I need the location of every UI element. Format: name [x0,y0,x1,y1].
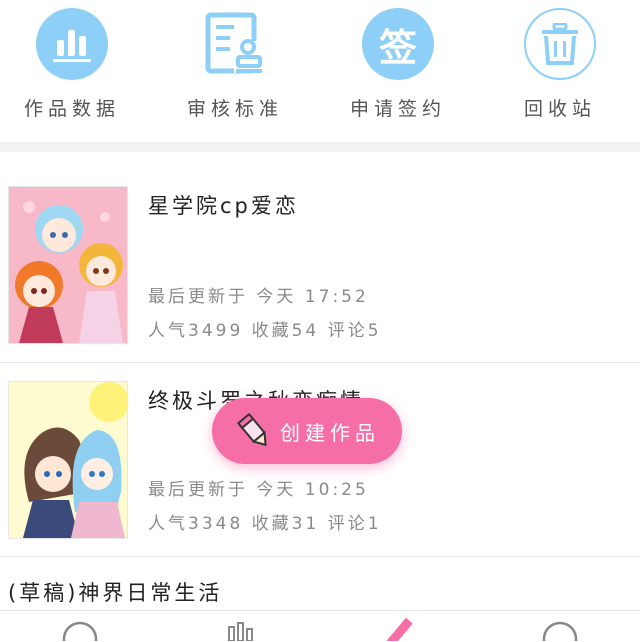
tab-home[interactable] [0,611,160,642]
action-apply-contract[interactable]: 签 申请签约 [333,8,463,121]
create-work-label: 创建作品 [280,420,380,445]
work-stats: 人气3348 收藏31 评论1 [148,514,382,534]
sign-contract-icon: 签 [362,8,434,80]
work-title: (草稿)神界日常生活 [8,581,223,605]
trash-icon [524,8,596,80]
bottom-tab-bar [0,610,640,642]
document-review-icon [199,8,271,80]
tab-create[interactable] [320,611,480,642]
action-label: 审核标准 [186,98,283,120]
work-cover-image[interactable] [8,186,128,344]
work-item[interactable]: (草稿)神界日常生活 [0,557,640,610]
pencil-icon [236,412,267,447]
work-title: 星学院cp爱恋 [148,194,299,218]
action-label: 回收站 [523,98,596,120]
home-icon [62,621,98,641]
work-stats: 人气3499 收藏54 评论5 [148,321,382,341]
work-cover-image[interactable] [8,381,128,539]
action-label: 作品数据 [23,98,120,120]
stats-icon [228,622,253,641]
quick-actions: 作品数据 审核标准 签 申请签约 回收站 [0,0,640,142]
work-updated: 最后更新于 今天 17:52 [148,287,369,307]
profile-icon [542,621,578,641]
action-recycle-bin[interactable]: 回收站 [495,8,625,121]
create-work-button[interactable]: 创建作品 [212,398,402,464]
work-updated: 最后更新于 今天 10:25 [148,480,369,500]
action-review-standard[interactable]: 审核标准 [170,8,300,121]
tab-stats[interactable] [160,611,320,642]
action-work-data[interactable]: 作品数据 [7,8,137,121]
section-divider [0,142,640,152]
action-label: 申请签约 [349,98,446,120]
tab-profile[interactable] [480,611,640,642]
pen-icon [387,618,413,641]
work-item[interactable]: 星学院cp爱恋 最后更新于 今天 17:52 人气3499 收藏54 评论5 [0,152,640,362]
bar-chart-icon [36,8,108,80]
